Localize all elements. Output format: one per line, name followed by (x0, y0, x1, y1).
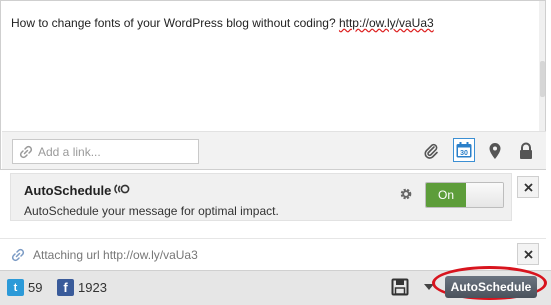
message-url: http://ow.ly/vaUa3 (338, 16, 434, 30)
autoschedule-button[interactable]: AutoSchedule (445, 276, 537, 298)
composer-toolbar: 30 (2, 131, 546, 169)
gear-icon[interactable] (399, 187, 413, 204)
add-link-input[interactable] (38, 143, 193, 161)
toggle-on-label: On (426, 183, 466, 207)
close-attachment-button[interactable] (517, 243, 539, 265)
location-pin-icon[interactable] (484, 140, 506, 162)
link-icon (11, 248, 25, 265)
autoschedule-title: AutoSchedule (24, 183, 130, 198)
message-textarea[interactable]: How to change fonts of your WordPress bl… (11, 16, 434, 30)
autoschedule-panel: AutoSchedule AutoSchedule your message f… (10, 173, 512, 221)
facebook-profile[interactable]: f 1923 (57, 279, 107, 296)
autoschedule-description: AutoSchedule your message for optimal im… (24, 204, 279, 218)
twitter-icon: t (7, 279, 24, 296)
attaching-url-text: Attaching url http://ow.ly/vaUa3 (33, 248, 198, 262)
facebook-icon: f (57, 279, 74, 296)
attachment-row: Attaching url http://ow.ly/vaUa3 (0, 238, 546, 270)
close-autoschedule-button[interactable] (517, 176, 539, 198)
twitter-count: 59 (28, 280, 43, 295)
twitter-profile[interactable]: t 59 (7, 279, 42, 296)
link-icon (19, 145, 33, 162)
message-text: How to change fonts of your WordPress bl… (11, 16, 339, 30)
facebook-count: 1923 (78, 280, 107, 295)
composer-footer: t 59 f 1923 AutoSchedule (0, 266, 551, 305)
close-icon (523, 182, 533, 192)
calendar-day: 30 (460, 150, 468, 157)
toggle-knob (466, 183, 503, 207)
add-link-field[interactable] (12, 139, 199, 164)
close-icon (523, 249, 533, 259)
message-composer[interactable]: How to change fonts of your WordPress bl… (0, 0, 546, 170)
save-draft-icon[interactable] (391, 278, 409, 299)
calendar-icon[interactable]: 30 (453, 138, 475, 162)
autoschedule-logo-icon (114, 183, 130, 198)
paperclip-icon[interactable] (420, 140, 442, 162)
lock-icon[interactable] (515, 140, 537, 162)
autoschedule-title-text: AutoSchedule (24, 183, 112, 198)
autoschedule-toggle[interactable]: On (425, 182, 504, 208)
scrollbar-thumb[interactable] (540, 61, 545, 97)
